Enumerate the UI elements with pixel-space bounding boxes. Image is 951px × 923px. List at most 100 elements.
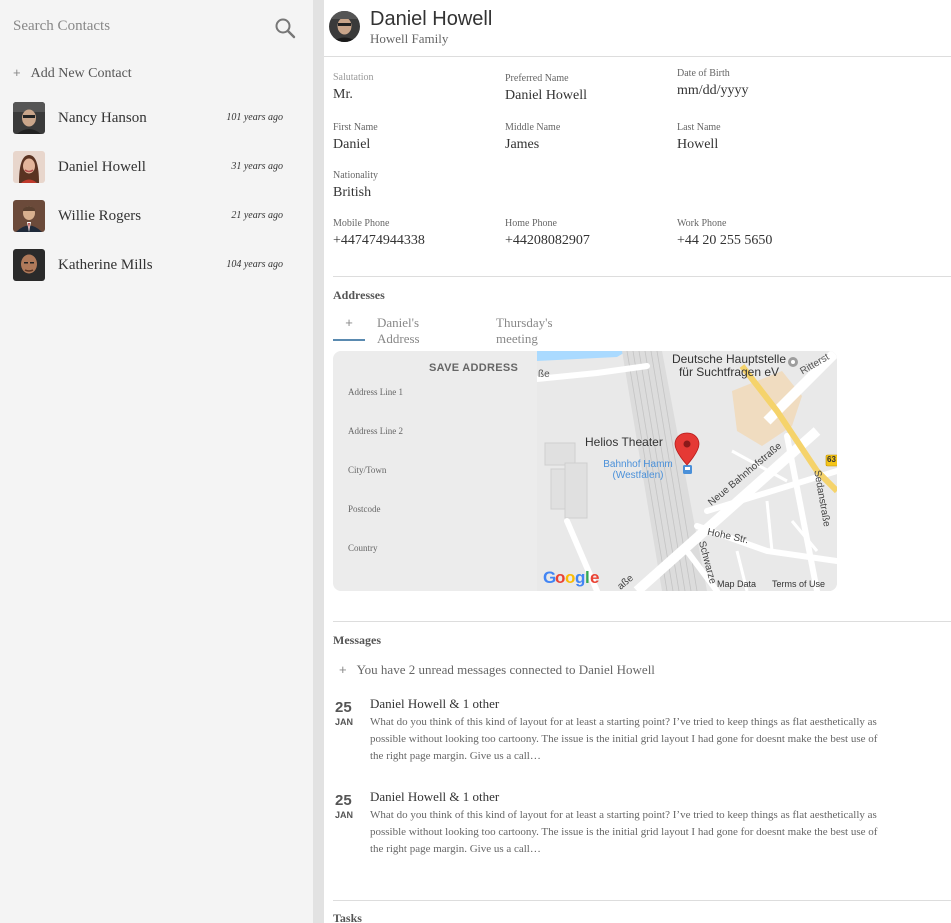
search-icon[interactable] xyxy=(274,17,296,39)
field-value[interactable]: British xyxy=(333,185,498,201)
divider xyxy=(333,900,951,901)
add-contact-label: Add New Contact xyxy=(30,66,132,81)
work-phone-field[interactable]: Work Phone +44 20 255 5650 xyxy=(677,218,842,249)
contact-timestamp: 101 years ago xyxy=(226,112,283,123)
field-value[interactable]: +44 20 255 5650 xyxy=(677,233,842,249)
field-label: Middle Name xyxy=(505,122,561,133)
field-value[interactable]: +447474944338 xyxy=(333,233,498,249)
tab-thursdays-meeting[interactable]: Thursday's meeting xyxy=(496,315,553,346)
contact-detail-panel: Daniel Howell Howell Family Salutation M… xyxy=(324,0,951,923)
message-month: JAN xyxy=(335,810,354,820)
divider xyxy=(333,276,951,277)
city-town-field[interactable]: City/Town xyxy=(348,465,386,475)
plus-icon: + xyxy=(13,65,21,80)
message-day: 25 xyxy=(335,699,352,716)
messages-heading: Messages xyxy=(333,633,381,647)
contact-item-nancy-hanson[interactable]: Nancy Hanson 101 years ago xyxy=(13,102,283,135)
field-label: First Name xyxy=(333,122,378,133)
field-value[interactable]: Daniel Howell xyxy=(505,88,670,104)
svg-text:o: o xyxy=(555,568,565,587)
sidebar-scrollbar[interactable] xyxy=(313,0,324,923)
first-name-field[interactable]: First Name Daniel xyxy=(333,122,498,153)
svg-text:g: g xyxy=(575,568,585,587)
postcode-field[interactable]: Postcode xyxy=(348,504,381,514)
tab-add-address[interactable]: + xyxy=(333,315,365,341)
avatar xyxy=(13,200,45,232)
contact-name: Willie Rogers xyxy=(58,208,142,224)
contact-item-daniel-howell[interactable]: Daniel Howell 31 years ago xyxy=(13,151,283,184)
message-month: JAN xyxy=(335,717,354,727)
divider xyxy=(333,621,951,622)
middle-name-field[interactable]: Middle Name James xyxy=(505,122,670,153)
home-phone-field[interactable]: Home Phone +44208082907 xyxy=(505,218,670,249)
message-preview: What do you think of this kind of layout… xyxy=(370,716,878,762)
map-label-road-badge: 63 xyxy=(827,455,836,464)
avatar xyxy=(13,249,45,281)
add-new-contact-button[interactable]: + Add New Contact xyxy=(13,65,132,82)
contact-name: Nancy Hanson xyxy=(58,110,147,126)
unread-messages-text: You have 2 unread messages connected to … xyxy=(356,662,655,677)
contact-family: Howell Family xyxy=(370,31,449,46)
contact-name: Daniel Howell xyxy=(58,159,146,175)
terms-of-use-link[interactable]: Terms of Use xyxy=(772,579,825,589)
save-address-button[interactable]: SAVE ADDRESS xyxy=(429,362,518,374)
contact-item-willie-rogers[interactable]: Willie Rogers 21 years ago xyxy=(13,200,283,233)
address-line-2-field[interactable]: Address Line 2 xyxy=(348,426,403,436)
field-value[interactable]: Mr. xyxy=(333,87,498,103)
map-data-link[interactable]: Map Data xyxy=(717,579,756,589)
divider xyxy=(324,56,951,57)
last-name-field[interactable]: Last Name Howell xyxy=(677,122,842,153)
date-of-birth-input[interactable] xyxy=(677,83,817,99)
avatar xyxy=(13,151,45,183)
map-label-street-left: ße xyxy=(538,369,550,380)
address-form: SAVE ADDRESS Address Line 1 Address Line… xyxy=(333,351,537,591)
field-value[interactable]: Howell xyxy=(677,137,842,153)
tasks-heading: Tasks xyxy=(333,911,362,923)
message-day: 25 xyxy=(335,792,352,809)
unread-messages-link[interactable]: + You have 2 unread messages connected to… xyxy=(339,662,655,678)
map-label-institution: Deutsche Hauptstelle für Suchtfragen eV xyxy=(671,352,787,379)
field-value[interactable]: Daniel xyxy=(333,137,498,153)
message-item[interactable]: 25 JAN Daniel Howell & 1 other What do y… xyxy=(333,789,893,862)
salutation-field[interactable]: Salutation Mr. xyxy=(333,72,498,103)
field-label: Date of Birth xyxy=(677,68,730,79)
contacts-sidebar: + Add New Contact Nancy Hanson 101 years … xyxy=(0,0,313,923)
field-label: Salutation xyxy=(333,72,374,83)
svg-text:o: o xyxy=(565,568,575,587)
field-label: Nationality xyxy=(333,170,378,181)
avatar xyxy=(13,102,45,134)
nationality-field[interactable]: Nationality British xyxy=(333,170,498,201)
field-value[interactable]: +44208082907 xyxy=(505,233,670,249)
svg-text:e: e xyxy=(590,568,599,587)
address-line-1-field[interactable]: Address Line 1 xyxy=(348,387,403,397)
address-editor: SAVE ADDRESS Address Line 1 Address Line… xyxy=(333,351,837,591)
contact-timestamp: 31 years ago xyxy=(231,161,283,172)
field-label: Preferred Name xyxy=(505,73,569,84)
preferred-name-field[interactable]: Preferred Name Daniel Howell xyxy=(505,73,670,104)
contact-timestamp: 21 years ago xyxy=(231,210,283,221)
field-label: Mobile Phone xyxy=(333,218,390,229)
tab-daniels-address[interactable]: Daniel's Address xyxy=(377,315,420,346)
map-label-station: Bahnhof Hamm (Westfalen) xyxy=(603,459,673,481)
country-field[interactable]: Country xyxy=(348,543,378,553)
field-value[interactable]: James xyxy=(505,137,670,153)
search-input[interactable] xyxy=(13,18,263,35)
contact-title: Daniel Howell xyxy=(370,8,493,30)
contact-item-katherine-mills[interactable]: Katherine Mills 104 years ago xyxy=(13,249,283,282)
google-logo: G o o g l e xyxy=(543,568,599,587)
plus-icon: + xyxy=(339,662,347,677)
address-map[interactable]: G o o g l e Deutsche Hauptstelle für Suc… xyxy=(534,351,837,591)
contact-name: Katherine Mills xyxy=(58,257,153,273)
field-label: Home Phone xyxy=(505,218,557,229)
mobile-phone-field[interactable]: Mobile Phone +447474944338 xyxy=(333,218,498,249)
addresses-heading: Addresses xyxy=(333,288,385,302)
message-sender: Daniel Howell & 1 other xyxy=(370,789,500,804)
field-label: Work Phone xyxy=(677,218,727,229)
field-label: Last Name xyxy=(677,122,721,133)
date-of-birth-field[interactable]: Date of Birth xyxy=(677,68,842,99)
contact-timestamp: 104 years ago xyxy=(226,259,283,270)
message-item[interactable]: 25 JAN Daniel Howell & 1 other What do y… xyxy=(333,696,893,769)
search-bar xyxy=(13,17,296,39)
message-preview: What do you think of this kind of layout… xyxy=(370,809,878,855)
avatar xyxy=(329,11,360,42)
